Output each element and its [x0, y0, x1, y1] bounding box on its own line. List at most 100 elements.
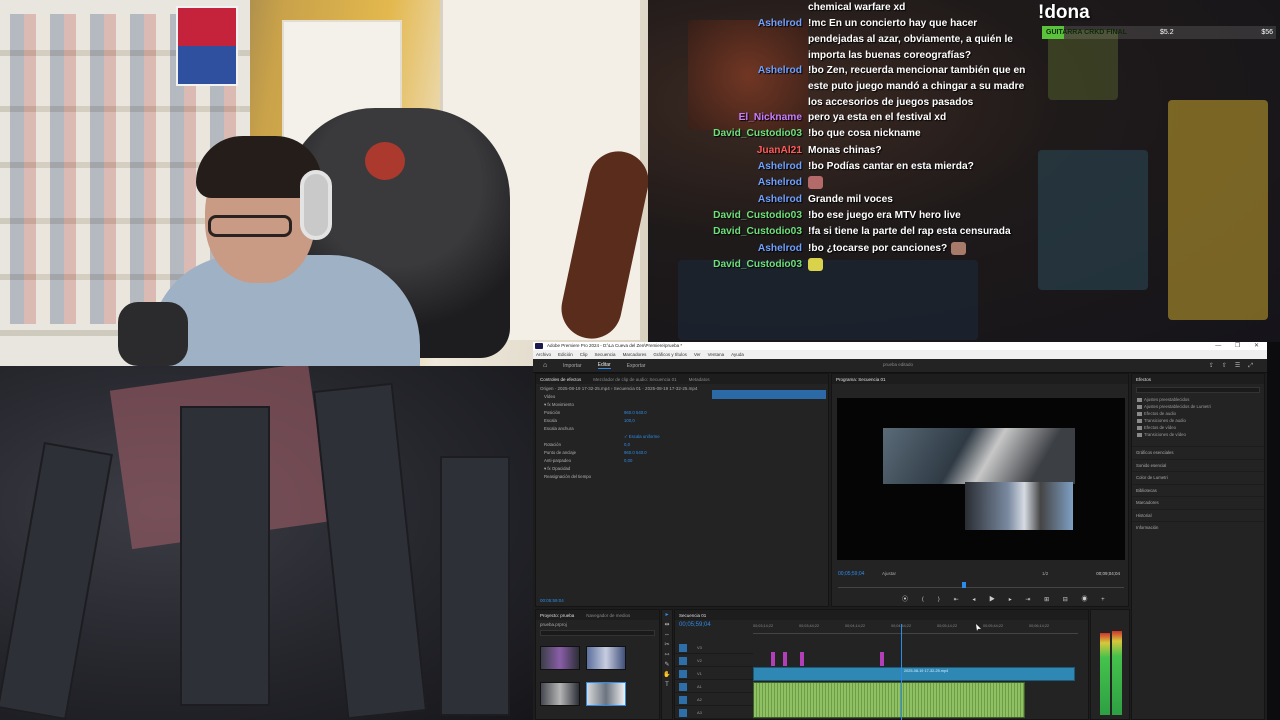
razor-tool-icon[interactable]: ✂ — [662, 640, 672, 650]
effect-property-row[interactable]: Escala anchura — [536, 425, 828, 433]
media-thumbnail[interactable] — [586, 646, 626, 670]
effects-folder[interactable]: Efectos de audio — [1132, 410, 1264, 417]
video-clip[interactable]: 2025-08-19 17-32-25.mp4 — [753, 667, 1075, 681]
header-icons[interactable]: ⇪⇧☰⤢ — [1209, 362, 1261, 370]
ripple-edit-tool-icon[interactable]: ⇔ — [662, 630, 672, 640]
effect-property-row[interactable]: Posición 960.0 540.0 — [536, 409, 828, 417]
effects-folder[interactable]: Transiciones de vídeo — [1132, 431, 1264, 438]
resolution-select[interactable]: 1/2 — [1042, 571, 1048, 576]
transport-controls[interactable]: ⦿ ⟨ ⟩ ⇤ ◂ ▶ ▸ ⇥ ⊞ ⊟ ◉ + — [902, 594, 1111, 603]
effects-folder[interactable]: Efectos de vídeo — [1132, 424, 1264, 431]
effects-folder-label: Transiciones de vídeo — [1144, 432, 1186, 437]
clip-marker[interactable] — [880, 652, 884, 666]
track-target-icon[interactable] — [679, 709, 687, 717]
effect-property-row[interactable]: ▾ fx Movimiento — [536, 401, 828, 409]
effect-property-row[interactable]: Escala 100,0 — [536, 417, 828, 425]
effect-property-row[interactable]: Punto de anclaje 960.0 540.0 — [536, 449, 828, 457]
folder-icon — [1137, 398, 1142, 402]
menu-archivo[interactable]: Archivo — [536, 350, 551, 359]
pen-tool-icon[interactable]: ✎ — [662, 660, 672, 670]
panel-section[interactable]: Sonido esencial — [1132, 458, 1264, 472]
tab-project[interactable]: Proyecto: prueba — [540, 613, 574, 618]
track-target-icon[interactable] — [679, 696, 687, 704]
slip-tool-icon[interactable]: ⇿ — [662, 650, 672, 660]
timeline-playhead[interactable] — [901, 624, 902, 720]
clip-marker[interactable] — [783, 652, 787, 666]
effect-property-label: Punto de anclaje — [544, 450, 577, 455]
panel-section[interactable]: Historial — [1132, 508, 1264, 522]
program-timecode[interactable]: 00;05;59;04 — [838, 571, 864, 577]
effect-property-value[interactable]: 960.0 540.0 — [624, 449, 647, 457]
clip-marker[interactable] — [771, 652, 775, 666]
panel-section[interactable]: Color de Lumetri — [1132, 471, 1264, 484]
effect-property-row[interactable]: Reasignación del tiempo — [536, 473, 828, 481]
menu-secuencia[interactable]: Secuencia — [595, 350, 616, 359]
tab-effect-controls[interactable]: Controles de efectos — [540, 377, 581, 382]
menu-ventana[interactable]: Ventana — [708, 350, 725, 359]
tab-sequence[interactable]: Secuencia 01 — [679, 613, 706, 618]
effect-property-value[interactable]: ✓ Escala uniforme — [624, 433, 660, 441]
track-header[interactable]: V2 — [675, 655, 753, 667]
program-playhead[interactable] — [962, 582, 966, 588]
track-target-icon[interactable] — [679, 644, 687, 652]
effect-property-value[interactable]: 0,00 — [624, 457, 632, 465]
tab-media-browser[interactable]: Navegador de medios — [586, 613, 630, 618]
tab-exportar[interactable]: Exportar — [627, 363, 646, 369]
menu-clip[interactable]: Clip — [580, 350, 588, 359]
effects-folder[interactable]: Ajustes preestablecidos — [1132, 396, 1264, 403]
track-target-icon[interactable] — [679, 683, 687, 691]
menu-ver[interactable]: Ver — [694, 350, 701, 359]
zoom-select[interactable]: Ajustar — [882, 571, 896, 576]
tab-effects[interactable]: Efectos — [1136, 377, 1151, 382]
timeline-ruler[interactable]: 00;03;14;2200;03;44;2200;04;14;2200;04;4… — [753, 624, 1078, 634]
selection-tool-icon[interactable]: ▸ — [662, 610, 672, 620]
tab-importar[interactable]: Importar — [563, 363, 582, 369]
menu-graficos[interactable]: Gráficos y títulos — [653, 350, 687, 359]
panel-section[interactable]: Marcadores — [1132, 496, 1264, 509]
track-select-tool-icon[interactable]: ⇹ — [662, 620, 672, 630]
project-search-input[interactable] — [540, 630, 655, 636]
chat-text-content: !fa si tiene la parte del rap esta censu… — [808, 226, 1011, 237]
track-target-icon[interactable] — [679, 670, 687, 678]
track-header[interactable]: A2 — [675, 694, 753, 706]
track-target-icon[interactable] — [679, 657, 687, 665]
audio-clip[interactable] — [753, 682, 1025, 718]
chat-username — [648, 0, 808, 16]
tab-program[interactable]: Programa: Secuencia 01 — [836, 377, 886, 382]
type-tool-icon[interactable]: T — [662, 680, 672, 690]
media-thumbnail[interactable] — [540, 646, 580, 670]
track-header[interactable]: A3 — [675, 707, 753, 719]
clip-marker[interactable] — [800, 652, 804, 666]
effect-property-value[interactable]: 960.0 540.0 — [624, 409, 647, 417]
menu-edicion[interactable]: Edición — [558, 350, 573, 359]
panel-section[interactable]: Bibliotecas — [1132, 483, 1264, 497]
window-controls[interactable]: — ❐ ✕ — [1215, 342, 1265, 350]
effects-folder[interactable]: Transiciones de audio — [1132, 417, 1264, 424]
effect-property-row[interactable]: Rotación 0,0 — [536, 441, 828, 449]
media-thumbnail[interactable] — [540, 682, 580, 706]
effect-property-row[interactable]: Anti-parpadeo 0,00 — [536, 457, 828, 465]
menu-ayuda[interactable]: Ayuda — [731, 350, 744, 359]
tab-editar[interactable]: Editar — [597, 362, 611, 369]
home-icon[interactable]: ⌂ — [543, 362, 551, 369]
track-header[interactable]: A1 — [675, 681, 753, 693]
effect-property-value[interactable]: 0,0 — [624, 441, 630, 449]
panel-section[interactable]: Gráficos esenciales — [1132, 446, 1264, 459]
microphone — [118, 302, 188, 366]
effect-property-row[interactable]: ✓ Escala uniforme — [536, 433, 828, 441]
timeline-timecode[interactable]: 00;05;59;04 — [679, 622, 711, 628]
effects-search-input[interactable] — [1136, 387, 1260, 393]
effect-property-row[interactable]: ▾ fx Opacidad — [536, 465, 828, 473]
media-thumbnail-selected[interactable] — [586, 682, 626, 706]
panel-section[interactable]: Información — [1132, 521, 1264, 534]
tab-metadata[interactable]: Metadatos — [689, 377, 710, 382]
program-scrubber[interactable] — [838, 582, 1124, 588]
hand-tool-icon[interactable]: ✋ — [662, 670, 672, 680]
track-header[interactable]: V1 — [675, 668, 753, 680]
tab-audio-clip-mixer[interactable]: Mezclador de clip de audio: Secuencia 01 — [593, 377, 676, 382]
effect-property-row[interactable]: Vídeo — [536, 393, 828, 401]
menu-marcadores[interactable]: Marcadores — [623, 350, 647, 359]
effects-folder[interactable]: Ajustes preestablecidos de Lumetri — [1132, 403, 1264, 410]
track-header[interactable]: V3 — [675, 642, 753, 654]
effect-property-value[interactable]: 100,0 — [624, 417, 635, 425]
